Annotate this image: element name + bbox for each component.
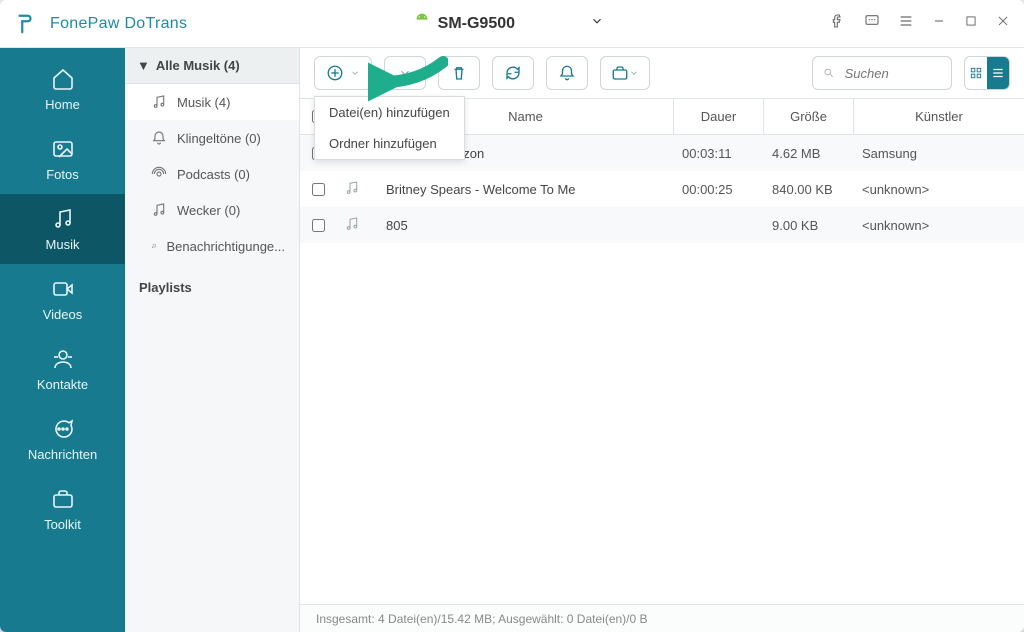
- cat-notifications[interactable]: Benachrichtigunge...: [125, 228, 299, 264]
- nav-contacts[interactable]: Kontakte: [0, 334, 125, 404]
- add-folder-item[interactable]: Ordner hinzufügen: [315, 128, 464, 159]
- nav-contacts-label: Kontakte: [37, 377, 88, 392]
- cell-duration: 00:00:25: [674, 182, 764, 197]
- device-name: SM-G9500: [438, 15, 515, 33]
- status-bar: Insgesamt: 4 Datei(en)/15.42 MB; Ausgewä…: [300, 604, 1024, 632]
- nav-messages[interactable]: Nachrichten: [0, 404, 125, 474]
- status-text: Insgesamt: 4 Datei(en)/15.42 MB; Ausgewä…: [316, 612, 648, 626]
- toolbar: Datei(en) hinzufügen Ordner hinzufügen: [300, 48, 1024, 98]
- nav-videos[interactable]: Videos: [0, 264, 125, 334]
- nav-music-label: Musik: [46, 237, 80, 252]
- main-panel: Datei(en) hinzufügen Ordner hinzufügen N…: [300, 48, 1024, 632]
- add-button[interactable]: [314, 56, 372, 90]
- add-dropdown: Datei(en) hinzufügen Ordner hinzufügen: [314, 96, 465, 160]
- music-table: Name Dauer Größe Künstler Over the Horiz…: [300, 98, 1024, 604]
- triangle-down-icon: ▼: [137, 58, 150, 73]
- maximize-button[interactable]: [964, 14, 978, 33]
- export-button[interactable]: [384, 56, 426, 90]
- sidebar-nav: Home Fotos Musik Videos Kontakte Nachric…: [0, 48, 125, 632]
- search-box[interactable]: [812, 56, 952, 90]
- cat-notifications-label: Benachrichtigunge...: [166, 239, 285, 254]
- app-window: FonePaw DoTrans SM-G9500: [0, 0, 1024, 632]
- music-icon: [336, 180, 378, 199]
- chevron-down-icon: [590, 14, 604, 33]
- nav-videos-label: Videos: [43, 307, 83, 322]
- cell-size: 840.00 KB: [764, 182, 854, 197]
- add-files-item[interactable]: Datei(en) hinzufügen: [315, 97, 464, 128]
- nav-messages-label: Nachrichten: [28, 447, 97, 462]
- nav-music[interactable]: Musik: [0, 194, 125, 264]
- row-checkbox[interactable]: [312, 183, 325, 196]
- col-duration[interactable]: Dauer: [674, 99, 764, 134]
- col-artist[interactable]: Künstler: [854, 99, 1024, 134]
- app-logo: [14, 13, 36, 35]
- cell-artist: <unknown>: [854, 218, 1024, 233]
- cat-alarms-label: Wecker (0): [177, 203, 240, 218]
- view-toggle: [964, 56, 1010, 90]
- cat-podcasts[interactable]: Podcasts (0): [125, 156, 299, 192]
- nav-toolkit-label: Toolkit: [44, 517, 81, 532]
- app-title: FonePaw DoTrans: [50, 15, 187, 33]
- android-icon: [414, 13, 430, 34]
- cell-artist: <unknown>: [854, 182, 1024, 197]
- nav-photos-label: Fotos: [46, 167, 79, 182]
- category-header-label: Alle Musik (4): [156, 58, 240, 73]
- delete-button[interactable]: [438, 56, 480, 90]
- nav-toolkit[interactable]: Toolkit: [0, 474, 125, 544]
- menu-icon[interactable]: [898, 13, 914, 34]
- row-checkbox[interactable]: [312, 219, 325, 232]
- cat-music-label: Musik (4): [177, 95, 230, 110]
- table-row[interactable]: Britney Spears - Welcome To Me 00:00:25 …: [300, 171, 1024, 207]
- list-view-button[interactable]: [987, 57, 1009, 89]
- feedback-icon[interactable]: [864, 13, 880, 34]
- cat-podcasts-label: Podcasts (0): [177, 167, 250, 182]
- cat-ringtones[interactable]: Klingeltöne (0): [125, 120, 299, 156]
- table-row[interactable]: 805 9.00 KB <unknown>: [300, 207, 1024, 243]
- nav-home[interactable]: Home: [0, 54, 125, 124]
- cell-name: 805: [378, 218, 674, 233]
- cell-duration: 00:03:11: [674, 146, 764, 161]
- col-size[interactable]: Größe: [764, 99, 854, 134]
- category-header[interactable]: ▼ Alle Musik (4): [125, 48, 299, 84]
- nav-photos[interactable]: Fotos: [0, 124, 125, 194]
- cat-ringtones-label: Klingeltöne (0): [177, 131, 261, 146]
- minimize-button[interactable]: [932, 14, 946, 33]
- close-button[interactable]: [996, 14, 1010, 33]
- cat-music[interactable]: Musik (4): [125, 84, 299, 120]
- ringtone-button[interactable]: [546, 56, 588, 90]
- window-tray: [830, 13, 1010, 34]
- titlebar: FonePaw DoTrans SM-G9500: [0, 0, 1024, 48]
- cat-alarms[interactable]: Wecker (0): [125, 192, 299, 228]
- cell-artist: Samsung: [854, 146, 1024, 161]
- search-icon: [823, 66, 835, 80]
- music-icon: [336, 216, 378, 235]
- toolbox-button[interactable]: [600, 56, 650, 90]
- search-input[interactable]: [843, 65, 941, 82]
- device-selector[interactable]: SM-G9500: [404, 9, 614, 38]
- cell-name: Britney Spears - Welcome To Me: [378, 182, 674, 197]
- facebook-icon[interactable]: [830, 13, 846, 34]
- nav-home-label: Home: [45, 97, 80, 112]
- cell-size: 4.62 MB: [764, 146, 854, 161]
- app-body: Home Fotos Musik Videos Kontakte Nachric…: [0, 48, 1024, 632]
- cell-size: 9.00 KB: [764, 218, 854, 233]
- category-column: ▼ Alle Musik (4) Musik (4) Klingeltöne (…: [125, 48, 300, 632]
- playlists-heading[interactable]: Playlists: [125, 264, 299, 303]
- grid-view-button[interactable]: [965, 57, 987, 89]
- refresh-button[interactable]: [492, 56, 534, 90]
